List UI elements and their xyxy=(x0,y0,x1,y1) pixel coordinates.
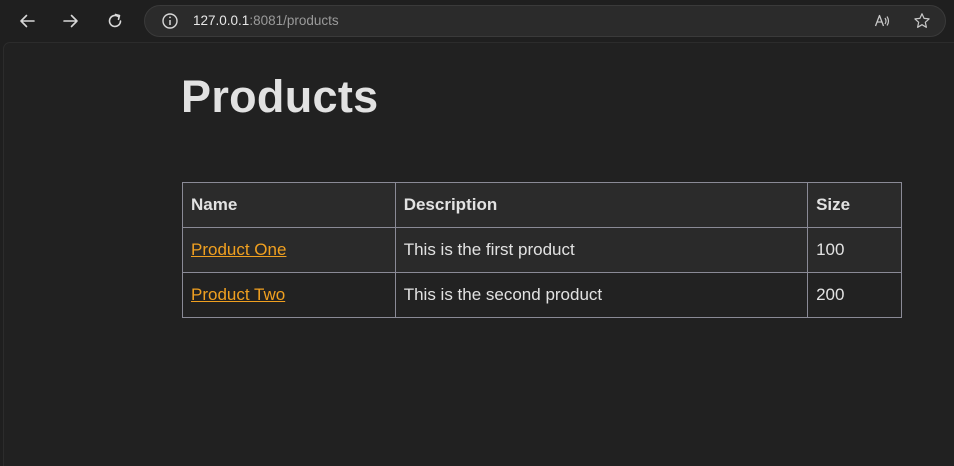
url-host: 127.0.0.1 xyxy=(193,13,250,28)
page-content: Products Name Description Size Product O… xyxy=(3,42,954,466)
table-header-row: Name Description Size xyxy=(182,182,902,228)
table-row: Product Two This is the second product 2… xyxy=(182,272,902,318)
address-bar[interactable]: 127.0.0.1:8081/products xyxy=(144,5,946,37)
column-header-description: Description xyxy=(394,182,809,228)
column-header-name: Name xyxy=(182,182,396,228)
products-table: Name Description Size Product One This i… xyxy=(182,182,902,318)
product-size-cell: 200 xyxy=(807,272,902,318)
reload-button[interactable] xyxy=(100,6,130,36)
product-link[interactable]: Product One xyxy=(191,240,286,259)
info-icon[interactable] xyxy=(161,12,179,30)
product-description-cell: This is the first product xyxy=(394,227,809,273)
product-size-cell: 100 xyxy=(807,227,902,273)
product-name-cell: Product One xyxy=(182,227,396,273)
page-title: Products xyxy=(181,71,379,122)
table-row: Product One This is the first product 10… xyxy=(182,227,902,273)
browser-toolbar: 127.0.0.1:8081/products xyxy=(0,0,954,42)
url-path: :8081/products xyxy=(249,13,339,28)
back-button[interactable] xyxy=(12,6,42,36)
forward-arrow-icon xyxy=(63,14,78,28)
column-header-size: Size xyxy=(807,182,902,228)
product-link[interactable]: Product Two xyxy=(191,285,285,304)
read-aloud-icon[interactable] xyxy=(873,12,891,30)
product-name-cell: Product Two xyxy=(182,272,396,318)
reload-icon xyxy=(108,13,122,28)
url-text[interactable]: 127.0.0.1:8081/products xyxy=(193,6,339,36)
back-arrow-icon xyxy=(20,14,35,28)
product-description-cell: This is the second product xyxy=(394,272,809,318)
forward-button[interactable] xyxy=(56,6,86,36)
star-icon[interactable] xyxy=(913,12,931,30)
